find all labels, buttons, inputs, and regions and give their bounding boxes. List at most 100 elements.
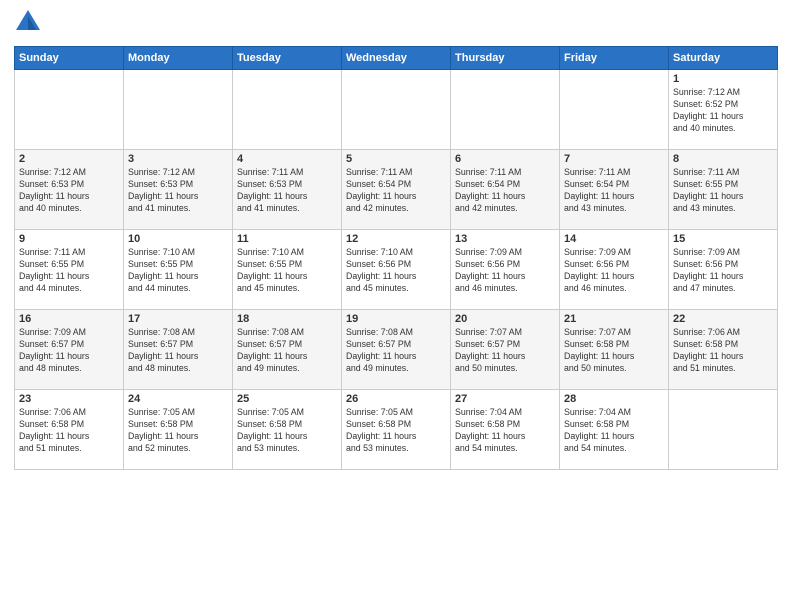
calendar-cell: 5 Sunrise: 7:11 AMSunset: 6:54 PMDaylight… bbox=[342, 150, 451, 230]
day-number: 2 bbox=[19, 153, 119, 165]
calendar-cell: 9Sunrise: 7:11 AMSunset: 6:55 PMDaylight… bbox=[15, 230, 124, 310]
day-info: Sunrise: 7:04 AMSunset: 6:58 PMDaylight:… bbox=[564, 407, 664, 455]
page: SundayMondayTuesdayWednesdayThursdayFrid… bbox=[0, 0, 792, 612]
day-number: 3 bbox=[128, 153, 228, 165]
day-number: 26 bbox=[346, 393, 446, 405]
calendar-cell: 11 Sunrise: 7:10 AMSunset: 6:55 PMDayligh… bbox=[233, 230, 342, 310]
calendar-cell: 3 Sunrise: 7:12 AMSunset: 6:53 PMDaylight… bbox=[124, 150, 233, 230]
weekday-header: Wednesday bbox=[342, 47, 451, 70]
day-info: Sunrise: 7:09 AMSunset: 6:56 PMDaylight:… bbox=[455, 247, 555, 295]
weekday-row: SundayMondayTuesdayWednesdayThursdayFrid… bbox=[15, 47, 778, 70]
day-info: Sunrise: 7:09 AMSunset: 6:57 PMDaylight:… bbox=[19, 327, 119, 375]
logo bbox=[14, 10, 44, 38]
day-number: 11 bbox=[237, 233, 337, 245]
calendar-cell: 14Sunrise: 7:09 AMSunset: 6:56 PMDayligh… bbox=[560, 230, 669, 310]
day-info: Sunrise: 7:07 AMSunset: 6:58 PMDaylight:… bbox=[564, 327, 664, 375]
calendar-cell: 26Sunrise: 7:05 AMSunset: 6:58 PMDayligh… bbox=[342, 390, 451, 470]
calendar-week: 9Sunrise: 7:11 AMSunset: 6:55 PMDaylight… bbox=[15, 230, 778, 310]
day-number: 17 bbox=[128, 313, 228, 325]
calendar-cell: 15Sunrise: 7:09 AMSunset: 6:56 PMDayligh… bbox=[669, 230, 778, 310]
day-info: Sunrise: 7:07 AMSunset: 6:57 PMDaylight:… bbox=[455, 327, 555, 375]
weekday-header: Monday bbox=[124, 47, 233, 70]
day-number: 15 bbox=[673, 233, 773, 245]
day-info: Sunrise: 7:08 AMSunset: 6:57 PMDaylight:… bbox=[237, 327, 337, 375]
day-number: 25 bbox=[237, 393, 337, 405]
day-number: 24 bbox=[128, 393, 228, 405]
calendar-cell: 7 Sunrise: 7:11 AMSunset: 6:54 PMDaylight… bbox=[560, 150, 669, 230]
day-number: 16 bbox=[19, 313, 119, 325]
weekday-header: Tuesday bbox=[233, 47, 342, 70]
calendar-cell: 1 Sunrise: 7:12 AMSunset: 6:52 PMDaylight… bbox=[669, 70, 778, 150]
day-number: 22 bbox=[673, 313, 773, 325]
day-info: Sunrise: 7:11 AMSunset: 6:54 PMDaylight:… bbox=[346, 167, 446, 215]
day-info: Sunrise: 7:12 AMSunset: 6:53 PMDaylight:… bbox=[19, 167, 119, 215]
day-info: Sunrise: 7:06 AMSunset: 6:58 PMDaylight:… bbox=[673, 327, 773, 375]
calendar-cell: 20 Sunrise: 7:07 AMSunset: 6:57 PMDayligh… bbox=[451, 310, 560, 390]
day-number: 8 bbox=[673, 153, 773, 165]
day-info: Sunrise: 7:04 AMSunset: 6:58 PMDaylight:… bbox=[455, 407, 555, 455]
calendar-cell: 22 Sunrise: 7:06 AMSunset: 6:58 PMDayligh… bbox=[669, 310, 778, 390]
day-number: 21 bbox=[564, 313, 664, 325]
calendar-cell: 18 Sunrise: 7:08 AMSunset: 6:57 PMDayligh… bbox=[233, 310, 342, 390]
day-info: Sunrise: 7:05 AMSunset: 6:58 PMDaylight:… bbox=[237, 407, 337, 455]
day-number: 7 bbox=[564, 153, 664, 165]
day-number: 4 bbox=[237, 153, 337, 165]
day-info: Sunrise: 7:05 AMSunset: 6:58 PMDaylight:… bbox=[128, 407, 228, 455]
weekday-header: Sunday bbox=[15, 47, 124, 70]
calendar-cell bbox=[669, 390, 778, 470]
header bbox=[14, 10, 778, 38]
day-number: 19 bbox=[346, 313, 446, 325]
calendar-header: SundayMondayTuesdayWednesdayThursdayFrid… bbox=[15, 47, 778, 70]
calendar-cell: 19 Sunrise: 7:08 AMSunset: 6:57 PMDayligh… bbox=[342, 310, 451, 390]
day-number: 23 bbox=[19, 393, 119, 405]
day-info: Sunrise: 7:11 AMSunset: 6:55 PMDaylight:… bbox=[673, 167, 773, 215]
calendar-cell bbox=[233, 70, 342, 150]
calendar-week: 1 Sunrise: 7:12 AMSunset: 6:52 PMDaylight… bbox=[15, 70, 778, 150]
calendar-cell: 24 Sunrise: 7:05 AMSunset: 6:58 PMDayligh… bbox=[124, 390, 233, 470]
day-number: 10 bbox=[128, 233, 228, 245]
weekday-header: Saturday bbox=[669, 47, 778, 70]
calendar-cell bbox=[15, 70, 124, 150]
calendar-cell: 6 Sunrise: 7:11 AMSunset: 6:54 PMDaylight… bbox=[451, 150, 560, 230]
calendar: SundayMondayTuesdayWednesdayThursdayFrid… bbox=[14, 46, 778, 470]
day-number: 28 bbox=[564, 393, 664, 405]
calendar-week: 2 Sunrise: 7:12 AMSunset: 6:53 PMDaylight… bbox=[15, 150, 778, 230]
day-info: Sunrise: 7:11 AMSunset: 6:54 PMDaylight:… bbox=[455, 167, 555, 215]
day-number: 18 bbox=[237, 313, 337, 325]
calendar-cell bbox=[451, 70, 560, 150]
calendar-week: 23 Sunrise: 7:06 AMSunset: 6:58 PMDayligh… bbox=[15, 390, 778, 470]
calendar-cell: 28 Sunrise: 7:04 AMSunset: 6:58 PMDayligh… bbox=[560, 390, 669, 470]
calendar-cell bbox=[342, 70, 451, 150]
weekday-header: Friday bbox=[560, 47, 669, 70]
calendar-cell: 10 Sunrise: 7:10 AMSunset: 6:55 PMDayligh… bbox=[124, 230, 233, 310]
calendar-body: 1 Sunrise: 7:12 AMSunset: 6:52 PMDaylight… bbox=[15, 70, 778, 470]
calendar-cell: 17 Sunrise: 7:08 AMSunset: 6:57 PMDayligh… bbox=[124, 310, 233, 390]
day-info: Sunrise: 7:11 AMSunset: 6:55 PMDaylight:… bbox=[19, 247, 119, 295]
day-info: Sunrise: 7:11 AMSunset: 6:53 PMDaylight:… bbox=[237, 167, 337, 215]
day-number: 20 bbox=[455, 313, 555, 325]
calendar-cell: 13 Sunrise: 7:09 AMSunset: 6:56 PMDayligh… bbox=[451, 230, 560, 310]
day-info: Sunrise: 7:08 AMSunset: 6:57 PMDaylight:… bbox=[128, 327, 228, 375]
calendar-cell: 12 Sunrise: 7:10 AMSunset: 6:56 PMDayligh… bbox=[342, 230, 451, 310]
day-info: Sunrise: 7:12 AMSunset: 6:53 PMDaylight:… bbox=[128, 167, 228, 215]
calendar-cell bbox=[124, 70, 233, 150]
day-info: Sunrise: 7:11 AMSunset: 6:54 PMDaylight:… bbox=[564, 167, 664, 215]
day-number: 5 bbox=[346, 153, 446, 165]
day-info: Sunrise: 7:08 AMSunset: 6:57 PMDaylight:… bbox=[346, 327, 446, 375]
day-info: Sunrise: 7:10 AMSunset: 6:55 PMDaylight:… bbox=[237, 247, 337, 295]
day-info: Sunrise: 7:10 AMSunset: 6:56 PMDaylight:… bbox=[346, 247, 446, 295]
day-number: 6 bbox=[455, 153, 555, 165]
day-info: Sunrise: 7:12 AMSunset: 6:52 PMDaylight:… bbox=[673, 87, 773, 135]
calendar-cell bbox=[560, 70, 669, 150]
day-number: 13 bbox=[455, 233, 555, 245]
calendar-cell: 21 Sunrise: 7:07 AMSunset: 6:58 PMDayligh… bbox=[560, 310, 669, 390]
day-info: Sunrise: 7:09 AMSunset: 6:56 PMDaylight:… bbox=[564, 247, 664, 295]
day-number: 27 bbox=[455, 393, 555, 405]
day-info: Sunrise: 7:06 AMSunset: 6:58 PMDaylight:… bbox=[19, 407, 119, 455]
day-number: 1 bbox=[673, 73, 773, 85]
calendar-cell: 2 Sunrise: 7:12 AMSunset: 6:53 PMDaylight… bbox=[15, 150, 124, 230]
day-number: 12 bbox=[346, 233, 446, 245]
calendar-cell: 27 Sunrise: 7:04 AMSunset: 6:58 PMDayligh… bbox=[451, 390, 560, 470]
day-info: Sunrise: 7:10 AMSunset: 6:55 PMDaylight:… bbox=[128, 247, 228, 295]
calendar-cell: 4 Sunrise: 7:11 AMSunset: 6:53 PMDaylight… bbox=[233, 150, 342, 230]
